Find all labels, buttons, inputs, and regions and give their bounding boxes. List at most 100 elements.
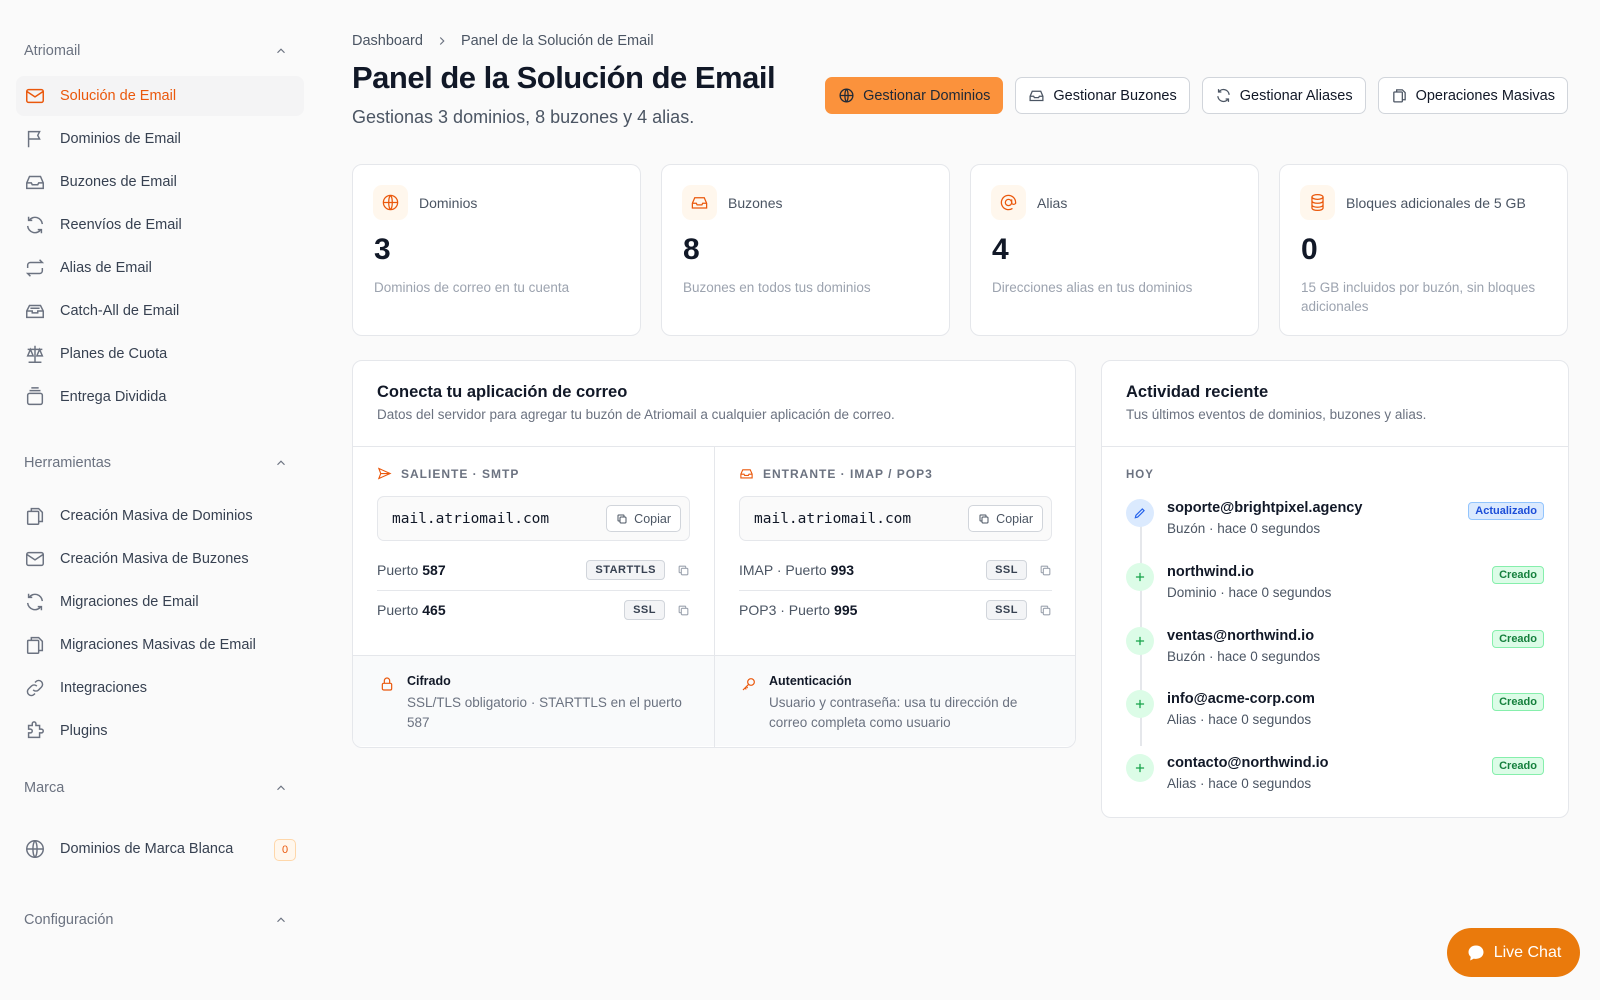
section-title: Marca: [24, 780, 65, 796]
stat-description: Dominios de correo en tu cuenta: [374, 280, 570, 295]
manage-aliases-button[interactable]: Gestionar Aliases: [1201, 77, 1366, 114]
event-dot: [1126, 499, 1154, 527]
sidebar-item-solucion-email[interactable]: Solución de Email: [16, 76, 304, 116]
sidebar-item-alias[interactable]: Alias de Email: [16, 248, 304, 288]
connect-mail-app-card: Conecta tu aplicación de correo Datos de…: [352, 360, 1076, 748]
card-subtitle: Tus últimos eventos de dominios, buzones…: [1126, 407, 1427, 422]
status-badge: Creado: [1492, 566, 1544, 584]
sidebar-item-catch-all[interactable]: Catch-All de Email: [16, 291, 304, 331]
copy-icon[interactable]: [1039, 604, 1052, 617]
send-icon: [377, 467, 392, 480]
copy-icon: [26, 507, 44, 525]
card-title: Actividad reciente: [1126, 383, 1269, 401]
sidebar-item-creacion-dominios[interactable]: Creación Masiva de Dominios: [16, 496, 304, 536]
imap-host-field: mail.atriomail.com Copiar: [739, 496, 1052, 541]
host-value: mail.atriomail.com: [754, 510, 912, 527]
status-badge: Creado: [1492, 757, 1544, 775]
stat-value: 0: [1301, 233, 1318, 266]
stat-value: 3: [374, 233, 391, 266]
inbox-icon: [26, 175, 44, 190]
outgoing-smtp-column: SALIENTE · SMTP mail.atriomail.com Copia…: [353, 446, 714, 656]
event-description: Buzón · hace 0 segundos: [1167, 649, 1321, 664]
activity-event[interactable]: contacto@northwind.io Alias · hace 0 seg…: [1126, 752, 1544, 802]
activity-event[interactable]: ventas@northwind.io Buzón · hace 0 segun…: [1126, 625, 1544, 675]
security-tag: SSL: [624, 600, 665, 620]
copy-icon[interactable]: [1039, 564, 1052, 577]
status-badge: Creado: [1492, 630, 1544, 648]
refresh-icon: [26, 593, 44, 611]
activity-event[interactable]: info@acme-corp.com Alias · hace 0 segund…: [1126, 688, 1544, 738]
security-tag: STARTTLS: [586, 560, 665, 580]
database-icon: [1311, 193, 1324, 212]
sidebar-item-label: Migraciones de Email: [60, 594, 199, 610]
live-chat-button[interactable]: Live Chat: [1447, 928, 1580, 977]
bulk-operations-button[interactable]: Operaciones Masivas: [1377, 77, 1568, 114]
mail-icon: [26, 88, 44, 104]
host-value: mail.atriomail.com: [392, 510, 550, 527]
manage-domains-button[interactable]: Gestionar Dominios: [825, 77, 1004, 114]
sidebar-item-migraciones-masivas[interactable]: Migraciones Masivas de Email: [16, 625, 304, 665]
section-header-herramientas[interactable]: Herramientas: [24, 455, 288, 471]
event-dot: [1126, 754, 1154, 782]
sidebar-item-plugins[interactable]: Plugins: [16, 711, 304, 751]
activity-event[interactable]: soporte@brightpixel.agency Buzón · hace …: [1126, 497, 1544, 547]
sidebar-item-entrega-dividida[interactable]: Entrega Dividida: [16, 377, 304, 417]
sidebar-item-reenvios[interactable]: Reenvíos de Email: [16, 205, 304, 245]
inbox-icon: [1029, 90, 1044, 102]
port-number: 587: [422, 562, 446, 578]
sidebar-item-label: Reenvíos de Email: [60, 217, 182, 233]
manage-mailboxes-button[interactable]: Gestionar Buzones: [1015, 77, 1190, 114]
button-label: Gestionar Buzones: [1053, 87, 1177, 104]
sidebar-item-marca-blanca[interactable]: Dominios de Marca Blanca 0: [16, 829, 304, 869]
copy-icon: [1392, 89, 1406, 103]
repeat-icon: [25, 259, 45, 277]
activity-group-label: HOY: [1126, 469, 1154, 481]
sidebar-item-label: Creación Masiva de Dominios: [60, 508, 253, 524]
activity-event[interactable]: northwind.io Dominio · hace 0 segundos C…: [1126, 561, 1544, 611]
event-description: Alias · hace 0 segundos: [1167, 776, 1312, 791]
sidebar-item-integraciones[interactable]: Integraciones: [16, 668, 304, 708]
copy-label: Copiar: [634, 511, 671, 526]
copy-button[interactable]: Copiar: [968, 505, 1043, 532]
sidebar-item-creacion-buzones[interactable]: Creación Masiva de Buzones: [16, 539, 304, 579]
sidebar-item-dominios[interactable]: Dominios de Email: [16, 119, 304, 159]
lock-icon: [381, 677, 393, 691]
stat-description: Buzones en todos tus dominios: [683, 280, 871, 295]
status-badge: Creado: [1492, 693, 1544, 711]
sidebar-item-migraciones[interactable]: Migraciones de Email: [16, 582, 304, 622]
link-icon: [26, 679, 44, 697]
stat-label: Buzones: [728, 195, 783, 211]
at-icon: [1000, 194, 1017, 211]
layers-icon: [26, 387, 44, 406]
sidebar-item-label: Solución de Email: [60, 88, 177, 104]
security-tag: SSL: [986, 560, 1027, 580]
sidebar-item-label: Buzones de Email: [60, 174, 177, 190]
stat-icon-wrap: [373, 185, 408, 220]
sidebar-item-buzones[interactable]: Buzones de Email: [16, 162, 304, 202]
info-title: Cifrado: [407, 674, 451, 688]
chevron-right-icon: [439, 37, 445, 45]
copy-icon[interactable]: [677, 604, 690, 617]
sidebar-item-label: Alias de Email: [60, 260, 152, 276]
chevron-up-icon: [277, 785, 285, 791]
breadcrumb-dashboard-link[interactable]: Dashboard: [352, 33, 423, 49]
sidebar: Atriomail Solución de Email Dominios de …: [0, 0, 320, 1000]
breadcrumb-current: Panel de la Solución de Email: [460, 33, 654, 49]
event-dot: [1126, 563, 1154, 591]
column-heading-label: SALIENTE · SMTP: [401, 466, 520, 481]
stat-value: 8: [683, 233, 700, 266]
sidebar-item-planes-cuota[interactable]: Planes de Cuota: [16, 334, 304, 374]
section-header-marca[interactable]: Marca: [24, 780, 288, 796]
copy-icon[interactable]: [677, 564, 690, 577]
encryption-info: Cifrado SSL/TLS obligatorio · STARTTLS e…: [353, 656, 714, 746]
copy-button[interactable]: Copiar: [606, 505, 681, 532]
page-subtitle: Gestionas 3 dominios, 8 buzones y 4 alia…: [352, 107, 695, 127]
section-header-configuracion[interactable]: Configuración: [24, 912, 288, 928]
sidebar-item-label: Migraciones Masivas de Email: [60, 637, 256, 653]
stat-card-bloques: Bloques adicionales de 5 GB 0 15 GB incl…: [1279, 164, 1568, 336]
card-title: Conecta tu aplicación de correo: [377, 383, 628, 401]
copy-icon: [979, 514, 989, 523]
chat-bubble-icon: [1468, 945, 1484, 960]
puzzle-icon: [27, 721, 44, 739]
section-header-atriomail[interactable]: Atriomail: [24, 43, 288, 59]
